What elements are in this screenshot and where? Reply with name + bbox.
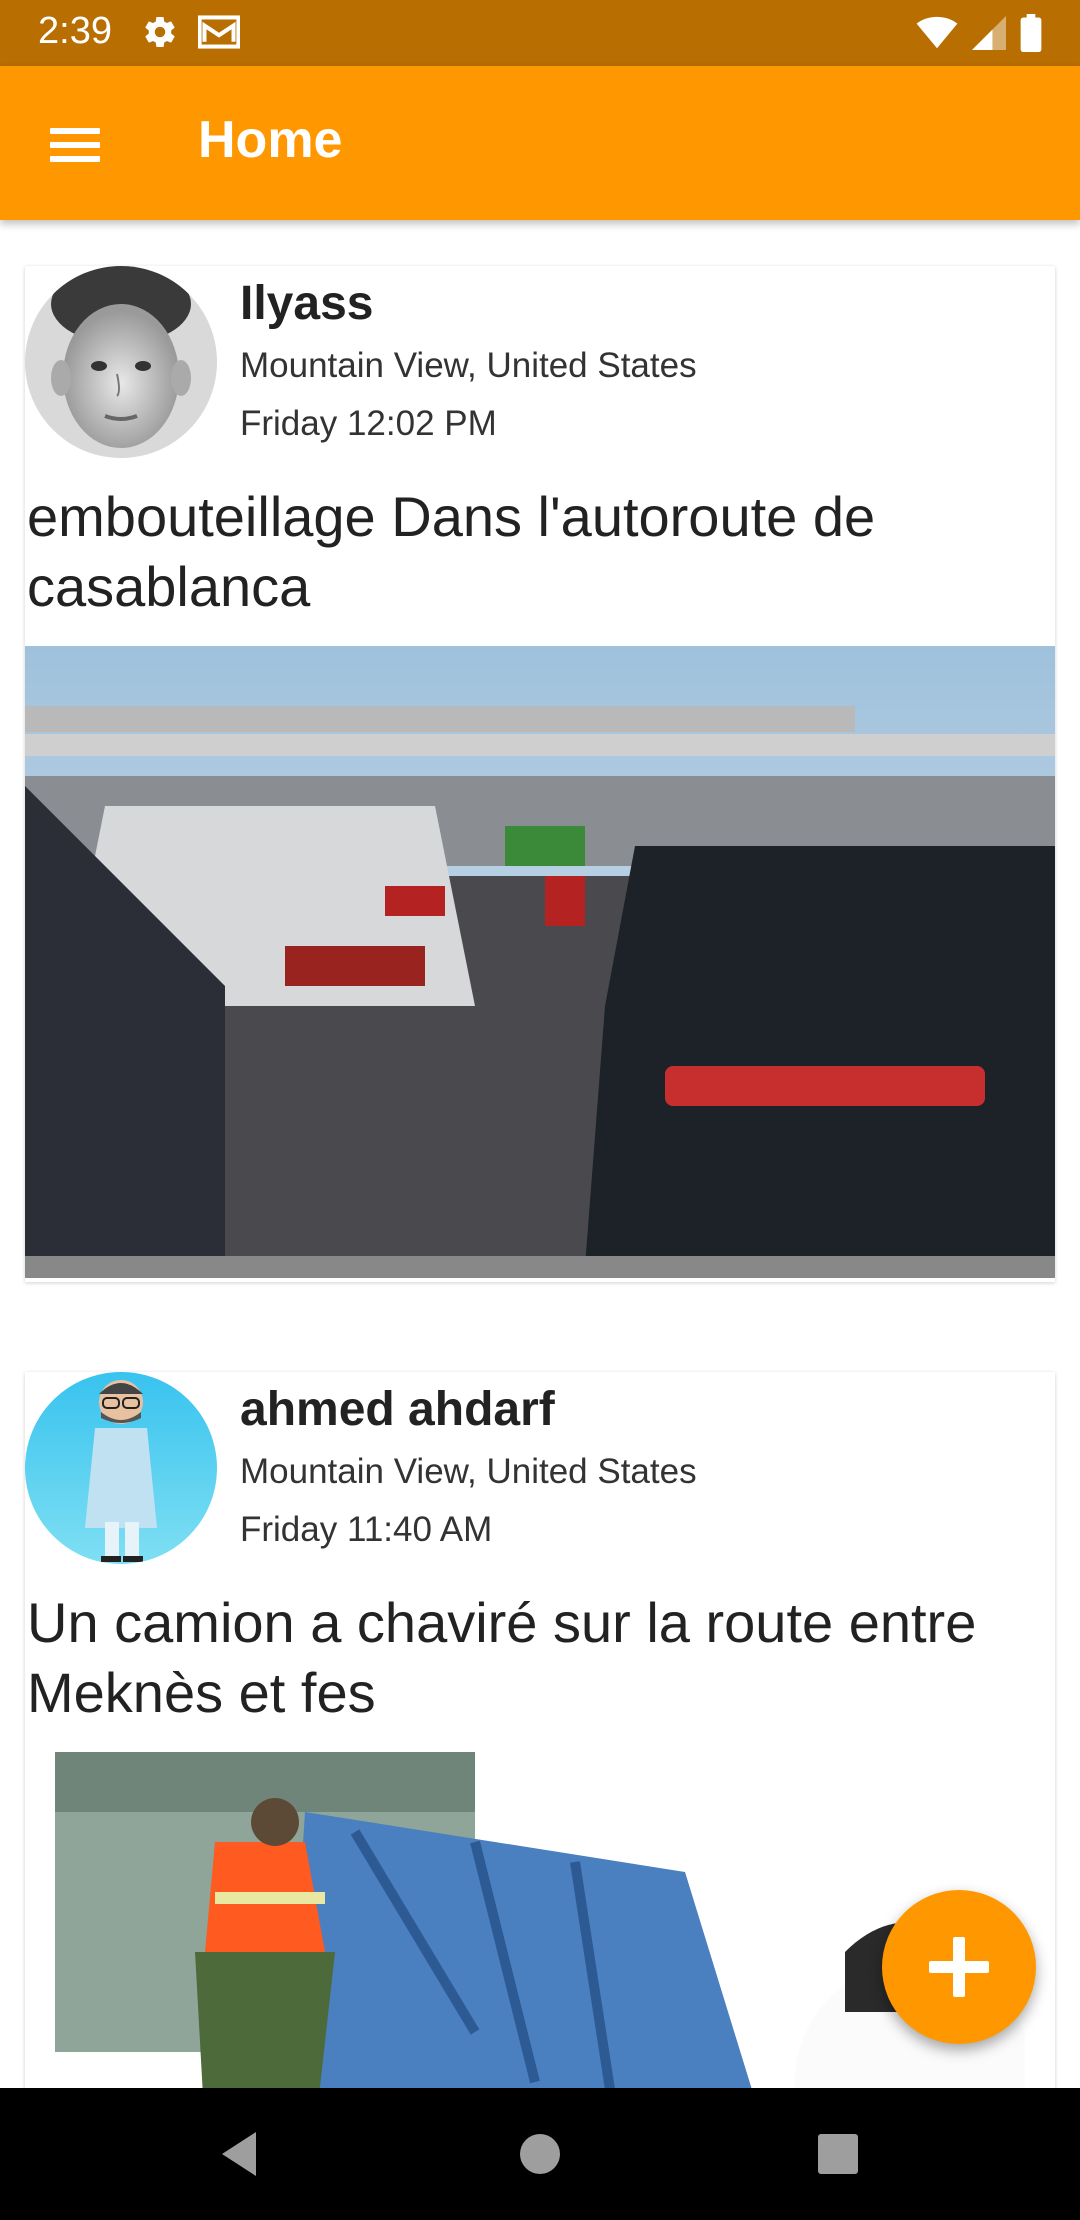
post-image-truck-accident[interactable] — [55, 1752, 1025, 2088]
battery-icon — [1020, 14, 1042, 52]
page-title: Home — [198, 111, 343, 169]
navigation-bar — [0, 2088, 1080, 2220]
avatar[interactable] — [25, 1372, 217, 1564]
status-time: 2:39 — [38, 10, 112, 52]
user-name[interactable]: Ilyass — [240, 276, 373, 331]
menu-icon-bar — [50, 142, 100, 148]
post-text: Un camion a chaviré sur la route entre M… — [27, 1591, 977, 1724]
menu-button[interactable] — [36, 110, 116, 176]
back-icon — [222, 2132, 256, 2176]
wifi-icon — [916, 16, 958, 50]
post-location: Mountain View, United States — [240, 346, 697, 385]
add-post-button[interactable] — [882, 1890, 1036, 2044]
post-image-traffic[interactable] — [25, 646, 1055, 1278]
app-bar: Home — [0, 66, 1080, 220]
signal-icon — [972, 16, 1006, 50]
recents-button[interactable] — [806, 2122, 870, 2186]
post-card[interactable]: Ilyass Mountain View, United States Frid… — [25, 266, 1055, 1282]
menu-icon — [50, 128, 100, 134]
user-name[interactable]: ahmed ahdarf — [240, 1382, 555, 1437]
settings-icon — [142, 14, 178, 50]
menu-icon-bar — [50, 156, 100, 162]
mail-icon — [198, 14, 240, 50]
home-icon — [520, 2134, 560, 2174]
home-button[interactable] — [508, 2122, 572, 2186]
add-icon — [929, 1937, 989, 1997]
post-time: Friday 12:02 PM — [240, 404, 497, 443]
recents-icon — [818, 2134, 858, 2174]
avatar[interactable] — [25, 266, 217, 458]
post-location: Mountain View, United States — [240, 1452, 697, 1491]
post-time: Friday 11:40 AM — [240, 1510, 493, 1549]
back-button[interactable] — [208, 2122, 272, 2186]
status-bar: 2:39 — [0, 0, 1080, 66]
post-feed[interactable]: Ilyass Mountain View, United States Frid… — [0, 220, 1080, 2088]
post-text: embouteillage Dans l'autoroute de casabl… — [27, 485, 876, 618]
